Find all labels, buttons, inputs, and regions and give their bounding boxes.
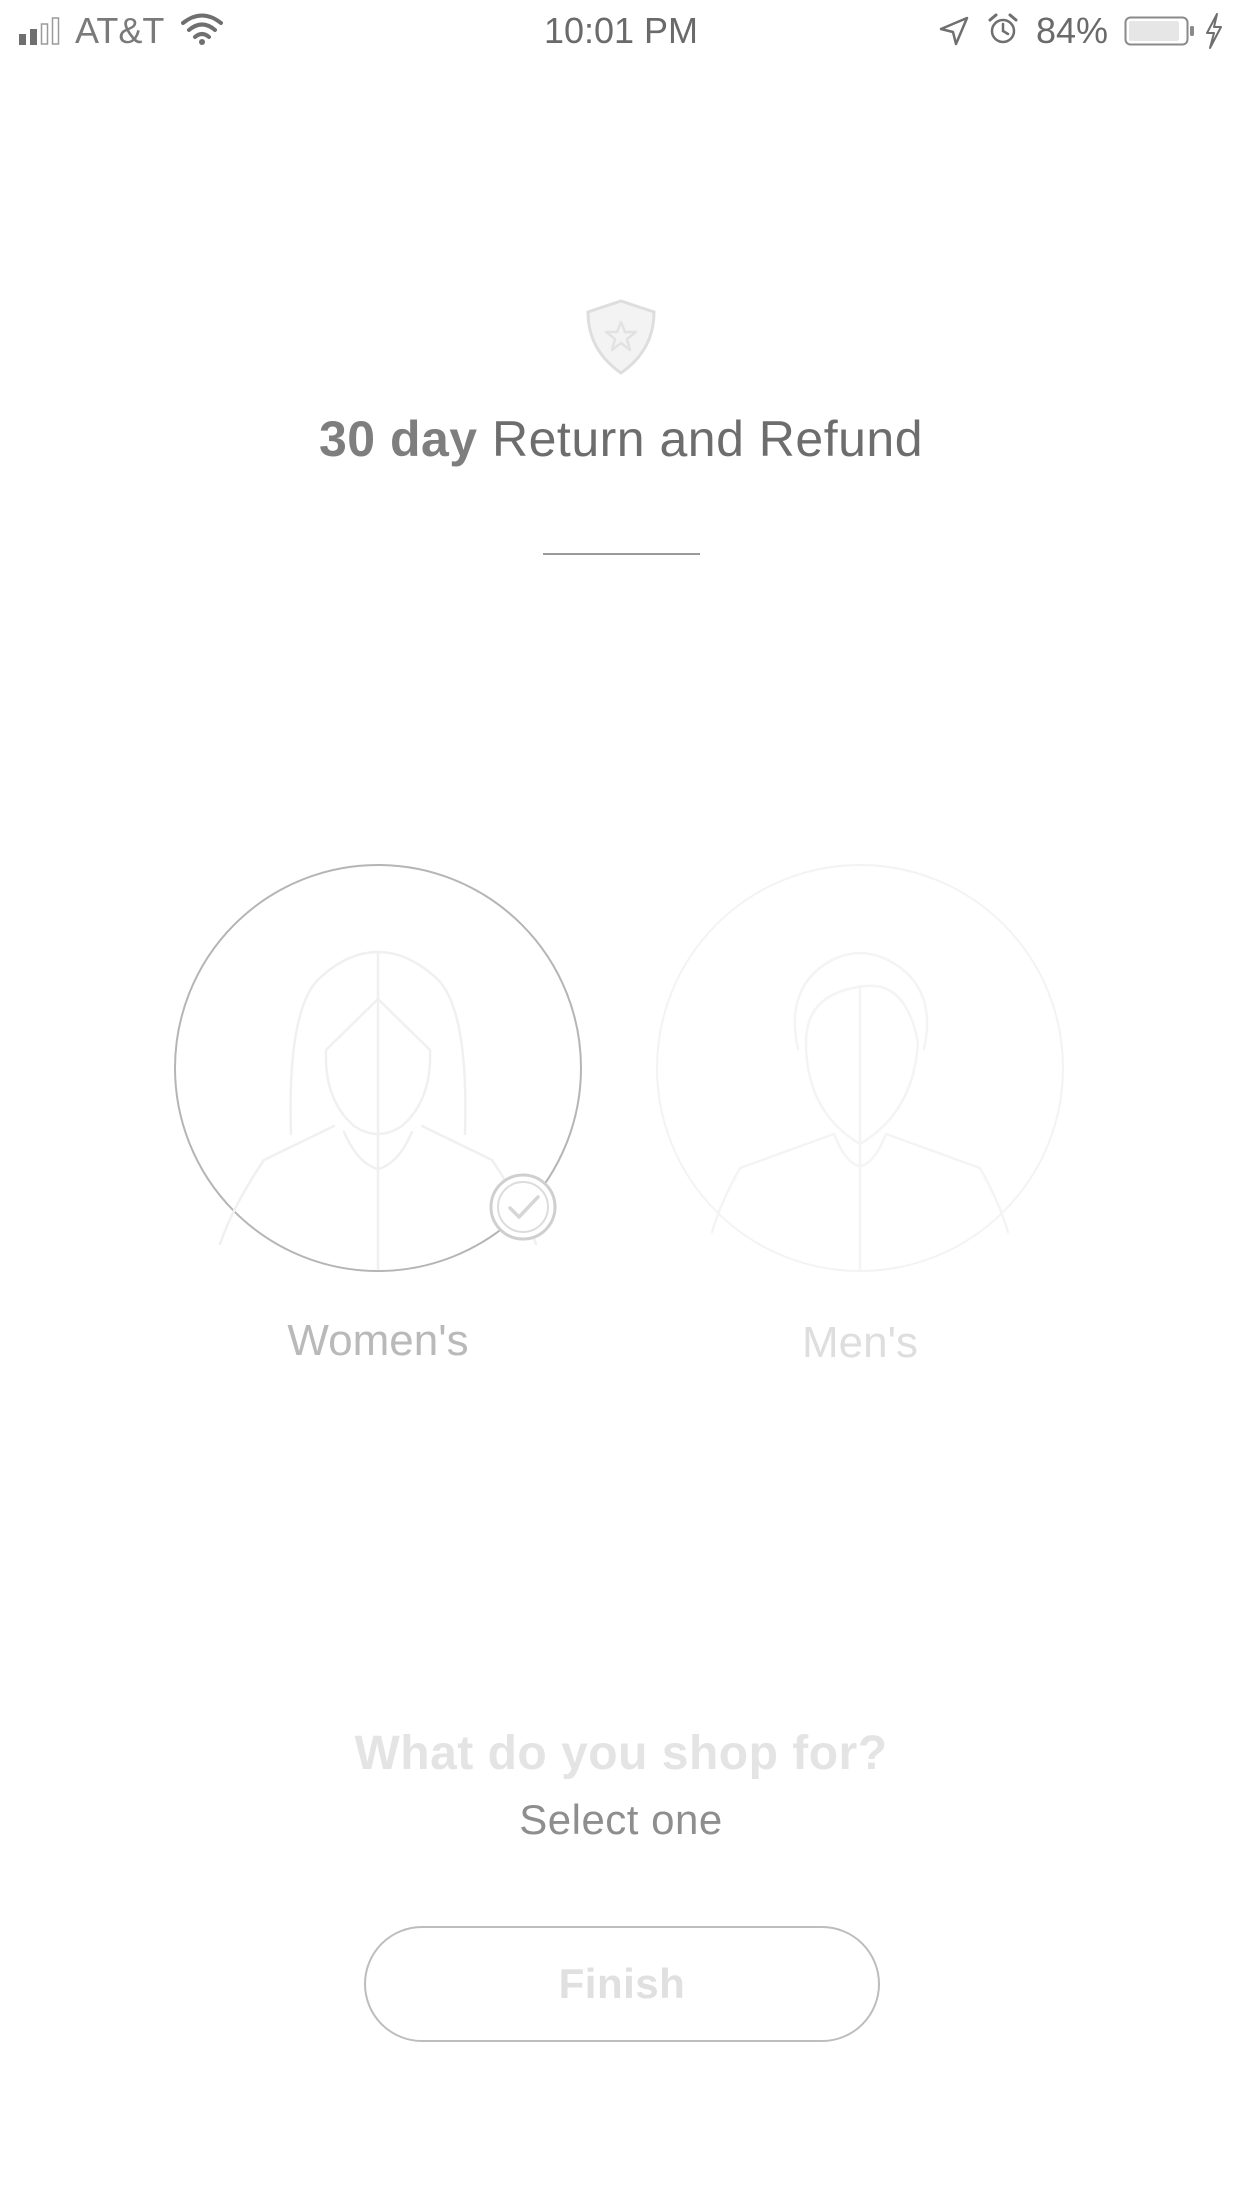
headline-bold: 30 day: [318, 411, 478, 467]
battery-icon: [1124, 16, 1194, 46]
alarm-icon: [988, 13, 1018, 44]
header-divider: [543, 553, 700, 555]
shield-star-icon: [586, 299, 656, 375]
womens-label: Women's: [287, 1316, 469, 1365]
choice-mens[interactable]: Men's: [652, 860, 1072, 1420]
return-policy-headline: 30 day Return and Refund: [0, 410, 1242, 468]
battery-percent: 84%: [1036, 10, 1109, 51]
finish-button[interactable]: Finish: [364, 1926, 880, 2042]
headline-rest: Return and Refund: [477, 411, 924, 467]
man-avatar-icon: [710, 951, 1010, 1271]
selected-check-icon: [489, 1173, 557, 1241]
status-bar: AT&T 10:01 PM 84%: [0, 0, 1242, 60]
location-arrow-icon: [939, 16, 969, 46]
charging-bolt-icon: [1206, 13, 1222, 49]
mens-label: Men's: [802, 1318, 918, 1367]
shop-for-question: What do you shop for?: [354, 1727, 888, 1780]
select-one-hint: Select one: [519, 1796, 723, 1843]
choice-womens[interactable]: Women's: [170, 860, 590, 1420]
